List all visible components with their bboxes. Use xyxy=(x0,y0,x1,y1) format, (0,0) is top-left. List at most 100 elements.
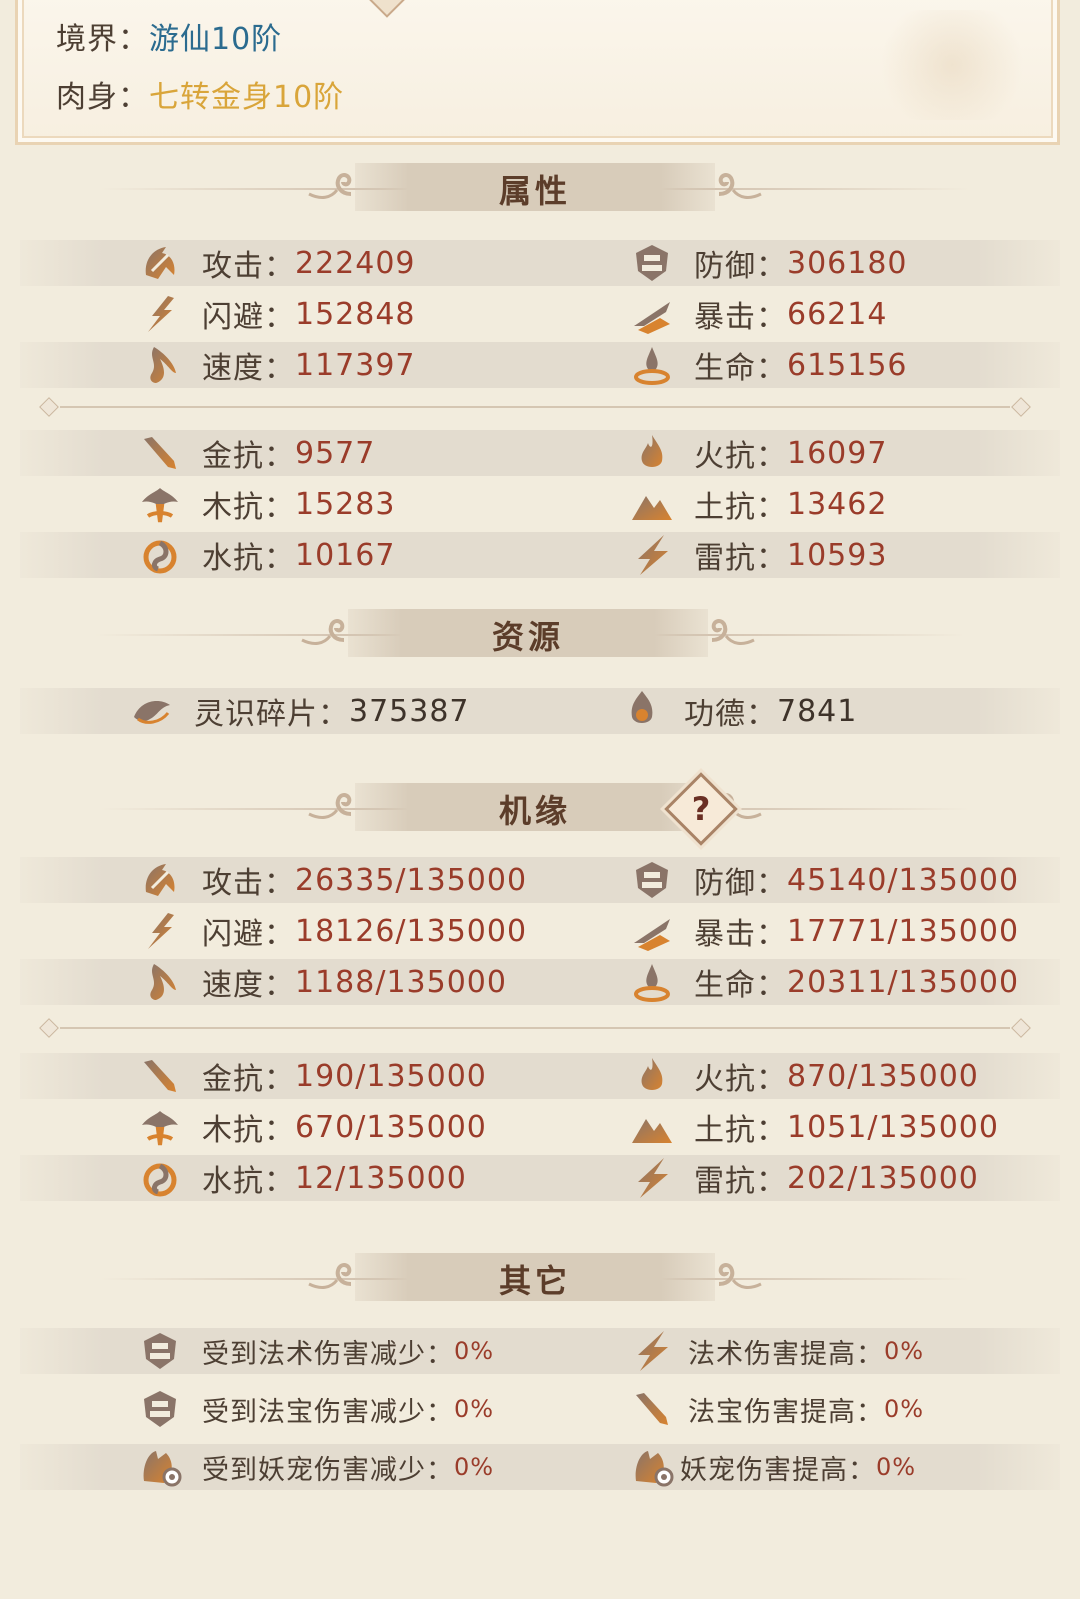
earth-icon xyxy=(630,1105,674,1149)
stat-value: 615156 xyxy=(787,347,908,383)
other-row: 受到妖宠伤害减少： 0% 妖宠伤害提高： 0% xyxy=(20,1444,1060,1490)
stat-value: 9577 xyxy=(295,435,376,471)
stat-label: 金抗： xyxy=(202,1062,295,1097)
stat-value: 15283 xyxy=(295,486,396,522)
speed-icon xyxy=(138,343,182,387)
stat-label: 闪避： xyxy=(202,300,295,335)
body-row: 肉身：七转金身10阶 xyxy=(56,72,344,116)
other-label: 受到法术伤害减少： xyxy=(202,1338,454,1370)
fire-icon xyxy=(630,1054,674,1098)
other-value: 0% xyxy=(454,1395,495,1423)
metal-icon xyxy=(138,1054,182,1098)
swirl-left-icon xyxy=(305,164,355,208)
stat-label: 雷抗： xyxy=(694,541,787,576)
swirl-right-icon xyxy=(715,1254,765,1298)
stat-value: 670/135000 xyxy=(295,1109,487,1145)
swirl-right-icon xyxy=(715,164,765,208)
section-title: 属性 xyxy=(498,172,571,210)
stat-row: 闪避： 18126/135000 暴击： 17771/135000 xyxy=(20,908,1060,954)
resource-label: 功德： xyxy=(684,697,777,732)
section-title: 其它 xyxy=(498,1262,571,1300)
stat-row: 木抗： 670/135000 土抗： 1051/135000 xyxy=(20,1104,1060,1150)
stat-value: 12/135000 xyxy=(295,1160,467,1196)
stat-label: 金抗： xyxy=(202,439,295,474)
stat-row: 金抗： 9577 火抗： 16097 xyxy=(20,430,1060,476)
stat-value: 190/135000 xyxy=(295,1058,487,1094)
other-value: 0% xyxy=(884,1337,925,1365)
swirl-left-icon xyxy=(305,784,355,828)
life-icon xyxy=(630,960,674,1004)
stat-row: 闪避： 152848 暴击： 66214 xyxy=(20,291,1060,337)
stat-label: 水抗： xyxy=(202,1164,295,1199)
stat-label: 速度： xyxy=(202,968,295,1003)
other-value: 0% xyxy=(454,1453,495,1481)
other-label: 妖宠伤害提高： xyxy=(680,1454,876,1486)
thunder-icon xyxy=(630,1156,674,1200)
stat-value: 66214 xyxy=(787,296,888,332)
stat-label: 木抗： xyxy=(202,490,295,525)
gem-decoration xyxy=(367,0,407,18)
stat-label: 木抗： xyxy=(202,1113,295,1148)
section-header-other: 其它 xyxy=(0,1248,1080,1308)
stat-value: 870/135000 xyxy=(787,1058,979,1094)
stat-label: 攻击： xyxy=(202,249,295,284)
stat-value: 1188/135000 xyxy=(295,964,507,1000)
stat-value: 10167 xyxy=(295,537,396,573)
defense-icon xyxy=(138,1387,182,1431)
stat-row: 攻击： 222409 防御： 306180 xyxy=(20,240,1060,286)
stat-label: 防御： xyxy=(694,249,787,284)
stat-value: 152848 xyxy=(295,296,416,332)
spirit-fragment-icon xyxy=(130,689,174,733)
stat-value: 202/135000 xyxy=(787,1160,979,1196)
stat-label: 雷抗： xyxy=(694,1164,787,1199)
other-row: 受到法术伤害减少： 0% 法术伤害提高： 0% xyxy=(20,1328,1060,1374)
stat-label: 攻击： xyxy=(202,866,295,901)
stat-value: 20311/135000 xyxy=(787,964,1020,1000)
stat-label: 防御： xyxy=(694,866,787,901)
other-value: 0% xyxy=(454,1337,495,1365)
wood-icon xyxy=(138,1105,182,1149)
stat-label: 土抗： xyxy=(694,490,787,525)
stat-value: 16097 xyxy=(787,435,888,471)
stat-label: 生命： xyxy=(694,351,787,386)
stat-row: 木抗： 15283 土抗： 13462 xyxy=(20,481,1060,527)
pet-icon xyxy=(138,1445,182,1489)
defense-icon xyxy=(630,858,674,902)
other-value: 0% xyxy=(884,1395,925,1423)
thunder-icon xyxy=(630,1329,674,1373)
other-label: 法宝伤害提高： xyxy=(688,1396,884,1428)
stat-row: 水抗： 12/135000 雷抗： 202/135000 xyxy=(20,1155,1060,1201)
wood-icon xyxy=(138,482,182,526)
stat-label: 暴击： xyxy=(694,300,787,335)
resource-row: 灵识碎片： 375387 功德： 7841 xyxy=(20,688,1060,734)
divider xyxy=(39,1018,1031,1038)
section-header-fortune: 机缘 xyxy=(0,778,1080,838)
crit-icon xyxy=(630,909,674,953)
body-value: 七转金身10阶 xyxy=(149,80,345,115)
swirl-left-icon xyxy=(305,1254,355,1298)
dodge-icon xyxy=(138,909,182,953)
stat-row: 金抗： 190/135000 火抗： 870/135000 xyxy=(20,1053,1060,1099)
attack-icon xyxy=(138,241,182,285)
fire-icon xyxy=(630,431,674,475)
realm-value: 游仙10阶 xyxy=(149,22,283,57)
stat-label: 火抗： xyxy=(694,1062,787,1097)
section-header-attributes: 属性 xyxy=(0,158,1080,218)
stat-label: 速度： xyxy=(202,351,295,386)
life-icon xyxy=(630,343,674,387)
stat-value: 18126/135000 xyxy=(295,913,528,949)
other-value: 0% xyxy=(876,1453,917,1481)
stat-row: 速度： 117397 生命： 615156 xyxy=(20,342,1060,388)
section-header-resources: 资源 xyxy=(0,604,1080,664)
other-row: 受到法宝伤害减少： 0% 法宝伤害提高： 0% xyxy=(20,1386,1060,1432)
stat-row: 攻击： 26335/135000 防御： 45140/135000 xyxy=(20,857,1060,903)
resource-label: 灵识碎片： xyxy=(194,697,349,732)
dodge-icon xyxy=(138,292,182,336)
stat-value: 10593 xyxy=(787,537,888,573)
body-label: 肉身： xyxy=(56,80,149,115)
crit-icon xyxy=(630,292,674,336)
swirl-left-icon xyxy=(298,610,348,654)
stat-row: 水抗： 10167 雷抗： 10593 xyxy=(20,532,1060,578)
realm-label: 境界： xyxy=(56,22,149,57)
stat-value: 306180 xyxy=(787,245,908,281)
